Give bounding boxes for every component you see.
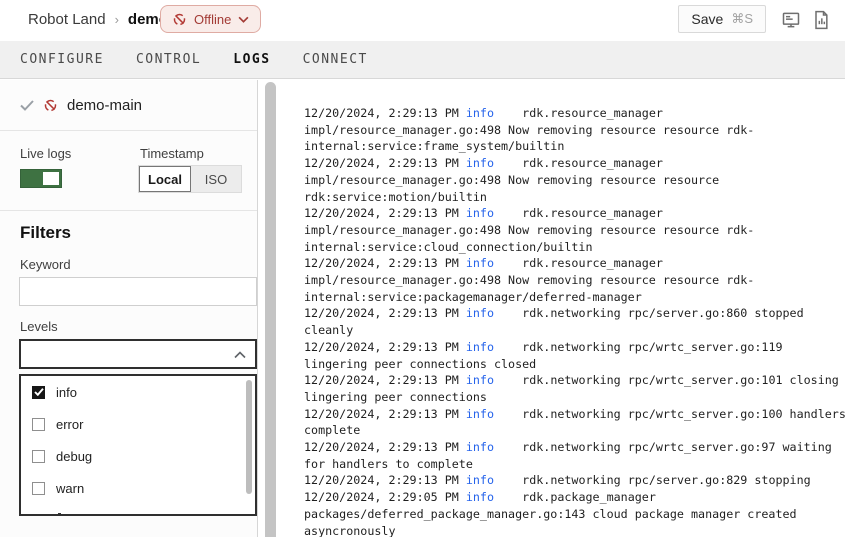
log-level-link[interactable]: info: [466, 407, 494, 421]
log-timestamp: 12/20/2024, 2:29:13 PM: [304, 407, 459, 421]
log-timestamp: 12/20/2024, 2:29:13 PM: [304, 156, 459, 170]
timestamp-option-local[interactable]: Local: [139, 166, 191, 192]
chevron-up-icon: [234, 351, 246, 359]
log-message: rdk.networking rpc/server.go:829 stoppin…: [522, 473, 811, 487]
save-button[interactable]: Save ⌘S: [678, 5, 766, 33]
log-entry: 12/20/2024, 2:29:13 PM info rdk.resource…: [304, 255, 845, 305]
breadcrumb-separator-icon: ›: [115, 12, 119, 27]
log-entry: 12/20/2024, 2:29:13 PM info rdk.resource…: [304, 105, 845, 155]
log-entry: 12/20/2024, 2:29:13 PM info rdk.networki…: [304, 439, 845, 472]
log-entry: 12/20/2024, 2:29:05 PM info rdk.package_…: [304, 489, 845, 537]
log-timestamp: 12/20/2024, 2:29:13 PM: [304, 256, 459, 270]
level-option-warn[interactable]: warn: [21, 472, 255, 504]
log-level-link[interactable]: info: [466, 473, 494, 487]
part-name: demo-main: [67, 97, 142, 114]
log-entry: 12/20/2024, 2:29:13 PM info rdk.resource…: [304, 205, 845, 255]
log-stream: 12/20/2024, 2:29:13 PM info rdk.resource…: [304, 105, 845, 537]
checkbox-debug[interactable]: [32, 450, 45, 463]
breadcrumb: Robot Land › demo: [28, 11, 168, 28]
sidebar-item-part[interactable]: demo-main: [0, 80, 257, 131]
log-scrollbar[interactable]: [265, 82, 276, 537]
log-level-link[interactable]: info: [466, 156, 494, 170]
level-option-error[interactable]: error: [21, 408, 255, 440]
log-timestamp: 12/20/2024, 2:29:13 PM: [304, 106, 459, 120]
level-option-info[interactable]: info: [21, 376, 255, 408]
log-level-link[interactable]: info: [466, 256, 494, 270]
dropdown-scrollbar[interactable]: [246, 380, 252, 494]
log-level-link[interactable]: info: [466, 440, 494, 454]
log-level-link[interactable]: info: [466, 490, 494, 504]
log-timestamp: 12/20/2024, 2:29:05 PM: [304, 490, 459, 504]
log-panel: 12/20/2024, 2:29:13 PM info rdk.resource…: [304, 105, 845, 537]
levels-dropdown-panel: info error debug warn: [19, 374, 257, 516]
log-entry: 12/20/2024, 2:29:13 PM info rdk.networki…: [304, 406, 845, 439]
timestamp-option-iso[interactable]: ISO: [191, 166, 241, 192]
live-logs-toggle[interactable]: [20, 169, 62, 188]
status-badge[interactable]: Offline: [160, 5, 261, 33]
log-entry: 12/20/2024, 2:29:13 PM info rdk.networki…: [304, 339, 845, 372]
tab-logs[interactable]: LOGS: [233, 52, 270, 67]
log-timestamp: 12/20/2024, 2:29:13 PM: [304, 340, 459, 354]
offline-icon: [172, 12, 187, 27]
log-entry: 12/20/2024, 2:29:13 PM info rdk.networki…: [304, 372, 845, 405]
top-header: Robot Land › demo Offline Save ⌘S: [0, 0, 845, 41]
sidebar: demo-main Live logs Timestamp LocalISO F…: [0, 80, 258, 537]
level-option-label: debug: [56, 449, 92, 464]
levels-label: Levels: [20, 319, 58, 334]
tab-connect[interactable]: CONNECT: [303, 52, 368, 67]
level-options-list: info error debug warn: [21, 376, 255, 504]
log-entry: 12/20/2024, 2:29:13 PM info rdk.networki…: [304, 472, 845, 489]
partial-option: [58, 513, 61, 516]
log-timestamp: 12/20/2024, 2:29:13 PM: [304, 440, 459, 454]
tab-control[interactable]: CONTROL: [136, 52, 201, 67]
level-option-label: warn: [56, 481, 84, 496]
log-entry: 12/20/2024, 2:29:13 PM info rdk.resource…: [304, 155, 845, 205]
timestamp-segmented-control: LocalISO: [138, 165, 242, 193]
level-option-label: error: [56, 417, 83, 432]
log-level-link[interactable]: info: [466, 206, 494, 220]
breadcrumb-root[interactable]: Robot Land: [28, 11, 106, 28]
log-entry: 12/20/2024, 2:29:13 PM info rdk.networki…: [304, 305, 845, 338]
log-controls: Live logs Timestamp LocalISO: [0, 131, 257, 211]
filters-title: Filters: [20, 223, 71, 243]
log-timestamp: 12/20/2024, 2:29:13 PM: [304, 206, 459, 220]
log-level-link[interactable]: info: [466, 306, 494, 320]
file-chart-icon[interactable]: [812, 10, 832, 30]
level-option-debug[interactable]: debug: [21, 440, 255, 472]
toggle-knob: [43, 172, 59, 185]
timestamp-label: Timestamp: [140, 146, 204, 161]
log-timestamp: 12/20/2024, 2:29:13 PM: [304, 473, 459, 487]
tab-bar: CONFIGURE CONTROL LOGS CONNECT: [0, 41, 845, 79]
checkbox-warn[interactable]: [32, 482, 45, 495]
chevron-down-icon: [238, 16, 249, 23]
log-timestamp: 12/20/2024, 2:29:13 PM: [304, 306, 459, 320]
monitor-icon[interactable]: [781, 10, 801, 30]
levels-select[interactable]: [19, 339, 257, 369]
log-timestamp: 12/20/2024, 2:29:13 PM: [304, 373, 459, 387]
tab-configure[interactable]: CONFIGURE: [20, 52, 104, 67]
check-icon: [20, 100, 34, 111]
keyword-label: Keyword: [20, 257, 71, 272]
keyword-input[interactable]: [19, 277, 257, 306]
log-level-link[interactable]: info: [466, 373, 494, 387]
part-offline-icon: [43, 98, 58, 113]
log-level-link[interactable]: info: [466, 106, 494, 120]
level-option-label: info: [56, 385, 77, 400]
save-button-label: Save: [691, 11, 723, 27]
checkbox-info[interactable]: [32, 386, 45, 399]
checkbox-error[interactable]: [32, 418, 45, 431]
live-logs-label: Live logs: [20, 146, 71, 161]
log-level-link[interactable]: info: [466, 340, 494, 354]
status-label: Offline: [194, 12, 231, 27]
save-shortcut: ⌘S: [731, 11, 753, 27]
